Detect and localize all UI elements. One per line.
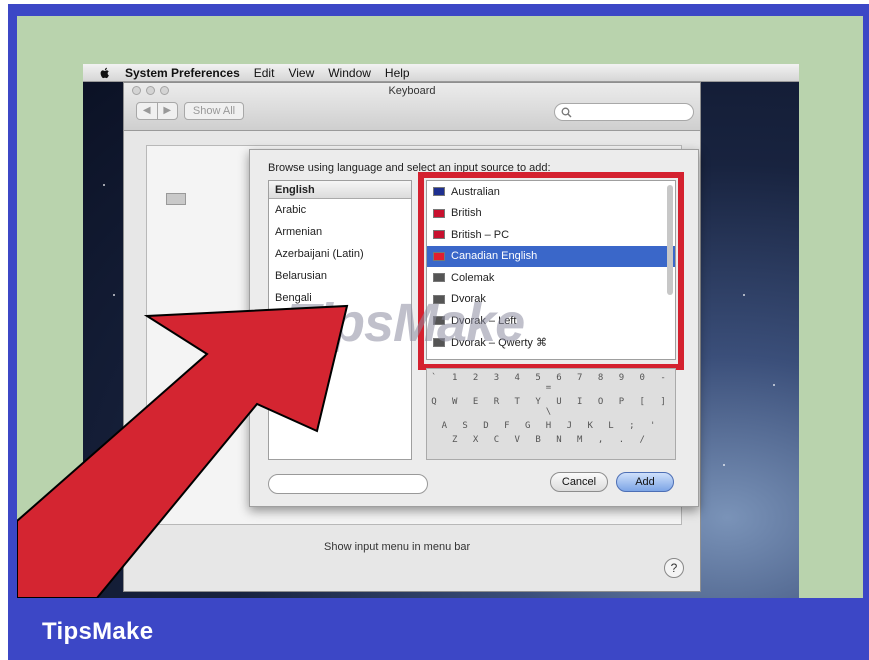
screenshot-area: System Preferences Edit View Window Help…: [17, 16, 863, 598]
brand-logo: TipsMake: [42, 618, 154, 645]
arrow-pointer-icon: [17, 304, 349, 598]
